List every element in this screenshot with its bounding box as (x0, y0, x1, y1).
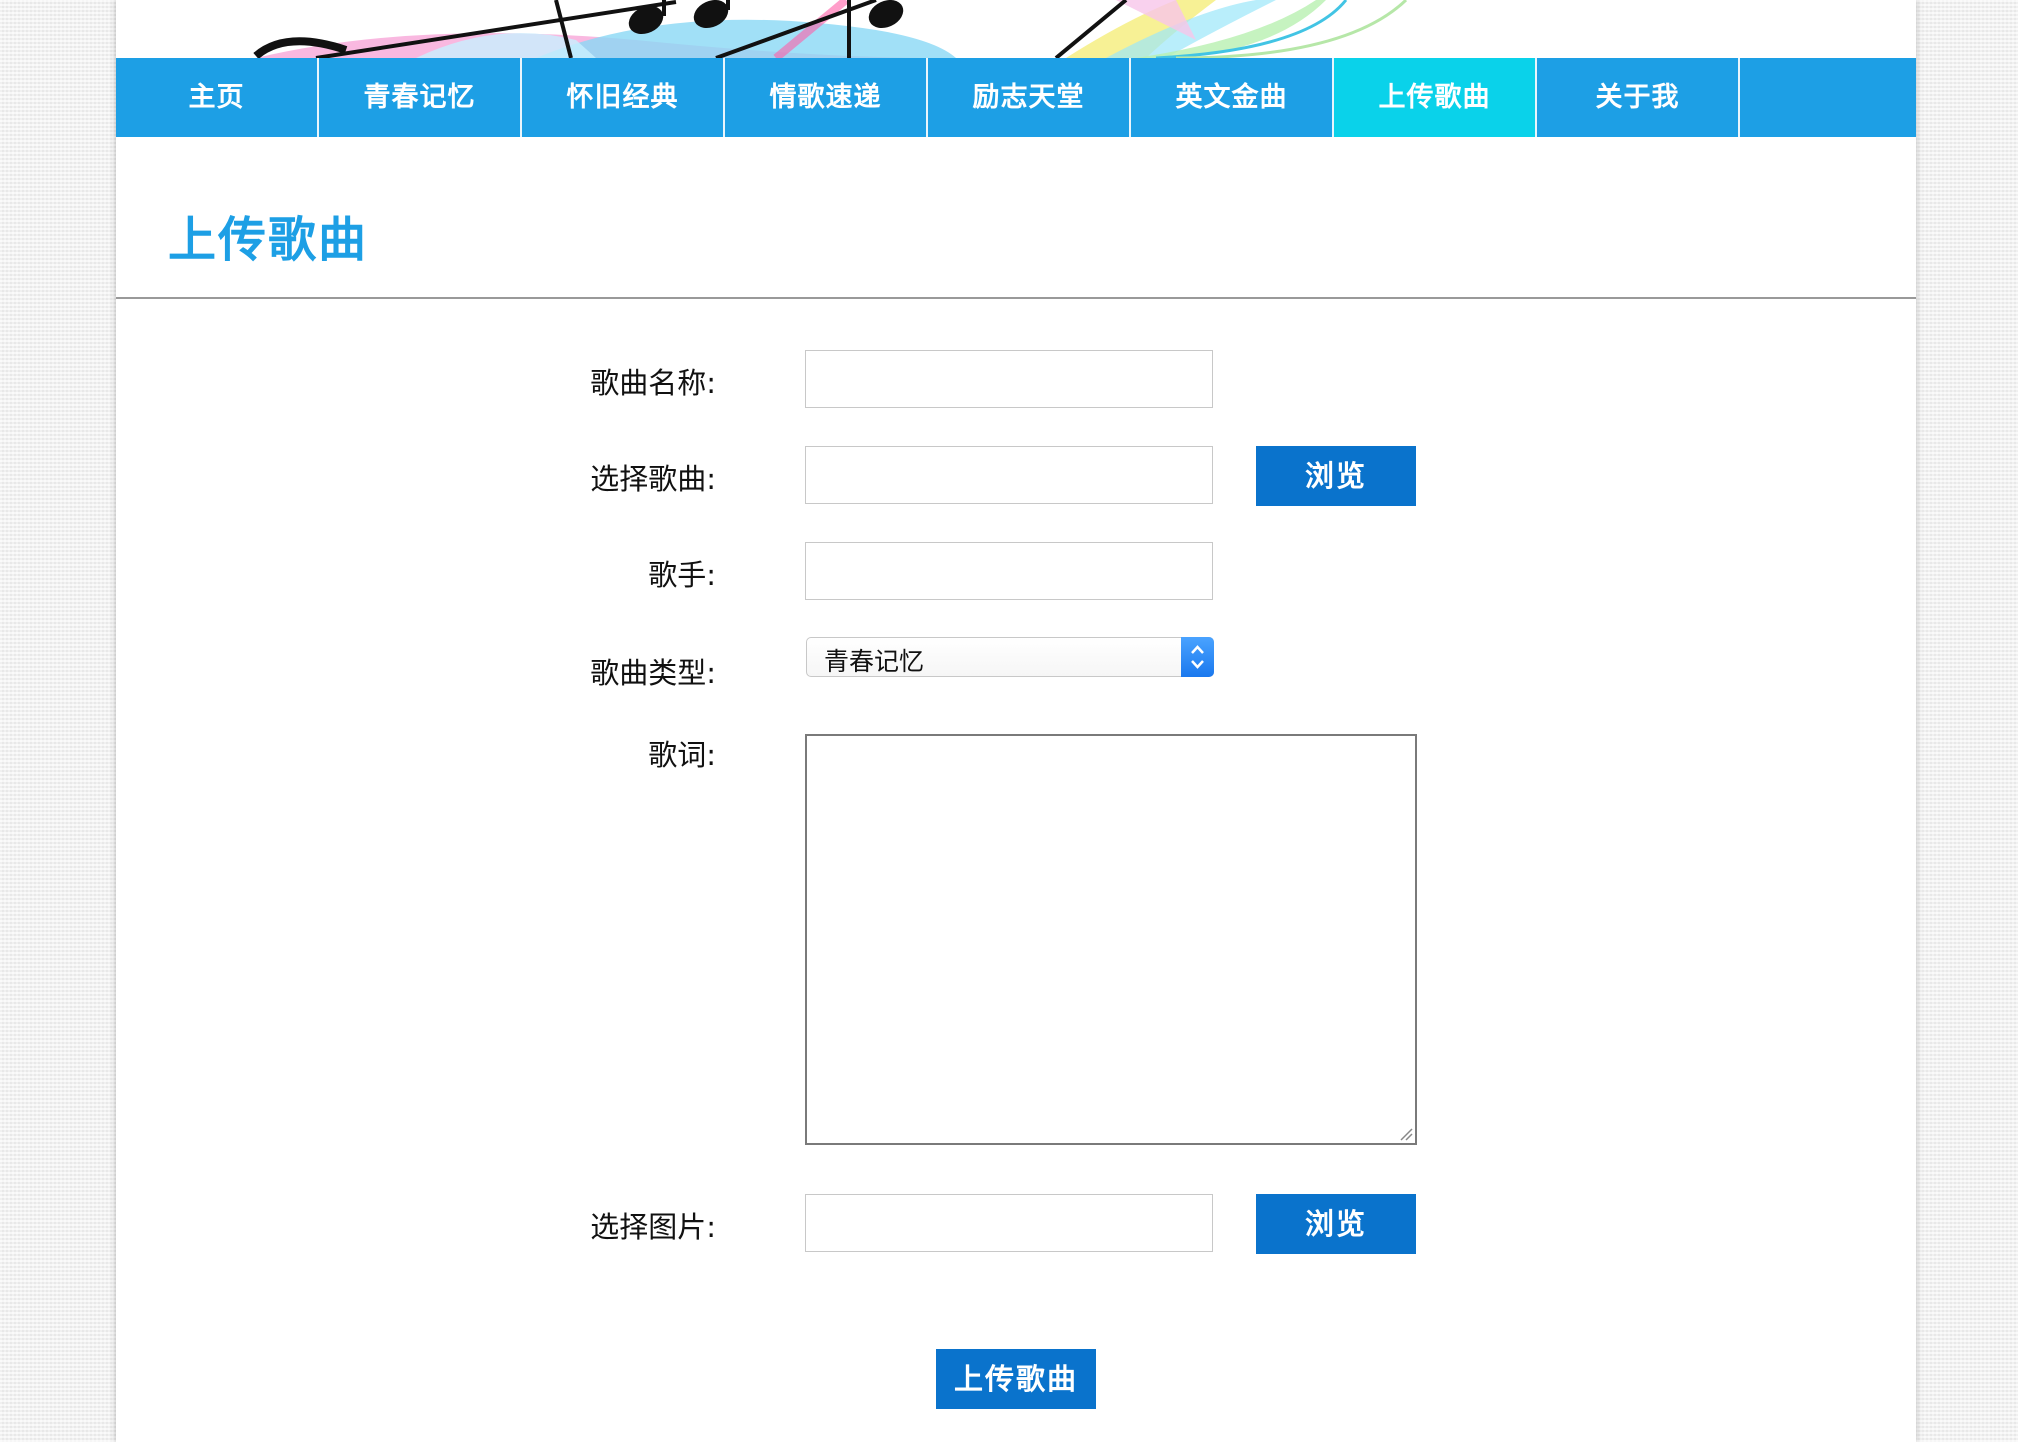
music-banner (116, 0, 1916, 58)
resize-handle-icon[interactable] (1399, 1127, 1413, 1141)
browse-song-button[interactable]: 浏览 (1256, 446, 1416, 506)
main-nav: 主页 青春记忆 怀旧经典 情歌速递 励志天堂 英文金曲 上传歌曲 关于我 (116, 58, 1916, 137)
singer-input[interactable] (805, 542, 1213, 600)
upload-song-submit-button[interactable]: 上传歌曲 (936, 1349, 1096, 1409)
singer-label: 歌手: (648, 558, 716, 592)
choose-image-input[interactable] (805, 1194, 1213, 1252)
lyrics-label: 歌词: (648, 738, 716, 772)
nav-item-love-songs[interactable]: 情歌速递 (725, 58, 928, 137)
song-type-label: 歌曲类型: (590, 656, 716, 690)
nav-item-nostalgic-classics[interactable]: 怀旧经典 (522, 58, 725, 137)
choose-song-label: 选择歌曲: (590, 462, 716, 496)
nav-item-youth-memories[interactable]: 青春记忆 (319, 58, 522, 137)
nav-item-home[interactable]: 主页 (116, 58, 319, 137)
choose-image-label: 选择图片: (590, 1210, 716, 1244)
title-divider (116, 297, 1916, 299)
choose-song-input[interactable] (805, 446, 1213, 504)
song-name-input[interactable] (805, 350, 1213, 408)
music-notes-banner-image (253, 0, 1408, 58)
page-title: 上传歌曲 (168, 212, 369, 268)
song-type-selected-value: 青春记忆 (824, 647, 925, 676)
lyrics-textarea[interactable] (805, 734, 1417, 1145)
nav-item-english-hits[interactable]: 英文金曲 (1131, 58, 1334, 137)
select-arrows-icon (1181, 637, 1214, 677)
song-type-select[interactable]: 青春记忆 (806, 637, 1214, 677)
page-container: 主页 青春记忆 怀旧经典 情歌速递 励志天堂 英文金曲 上传歌曲 关于我 上传歌… (116, 0, 1916, 1442)
song-name-label: 歌曲名称: (590, 366, 716, 400)
nav-item-upload-song[interactable]: 上传歌曲 (1334, 58, 1537, 137)
nav-item-inspirational[interactable]: 励志天堂 (928, 58, 1131, 137)
browse-image-button[interactable]: 浏览 (1256, 1194, 1416, 1254)
nav-item-about-me[interactable]: 关于我 (1537, 58, 1740, 137)
